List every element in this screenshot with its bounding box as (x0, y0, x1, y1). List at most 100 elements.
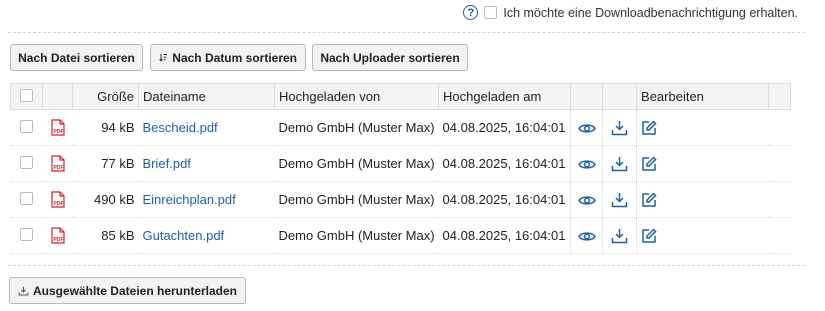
upload-date: 04.08.2025, 16:04:01 (438, 109, 572, 146)
sort-by-date-button[interactable]: Nach Datum sortieren (150, 44, 306, 71)
notification-label: Ich möchte eine Downloadbenachrichtigung… (503, 5, 798, 20)
svg-text:PDF: PDF (53, 237, 63, 243)
sort-by-file-button[interactable]: Nach Datei sortieren (10, 44, 143, 71)
download-cell (602, 109, 638, 146)
svg-text:PDF: PDF (53, 165, 63, 171)
view-eye-icon[interactable] (577, 122, 596, 135)
date-header: Hochgeladen am (438, 83, 572, 110)
file-type-cell: PDF (42, 145, 73, 182)
edit-header: Bearbeiten (636, 83, 770, 110)
download-icon[interactable] (611, 192, 628, 208)
download-icon[interactable] (611, 228, 628, 244)
download-icon (18, 286, 29, 296)
sort-by-date-label: Nach Datum sortieren (172, 50, 297, 65)
file-size: 490 kB (72, 181, 139, 218)
pdf-file-icon: PDF (50, 227, 65, 244)
download-selected-button[interactable]: Ausgewählte Dateien herunterladen (9, 277, 246, 304)
file-size: 77 kB (72, 145, 139, 182)
download-cell (602, 217, 638, 254)
file-name-cell: Einreichplan.pdf (138, 181, 275, 218)
extra-cell (768, 145, 791, 182)
file-name-link[interactable]: Brief.pdf (143, 156, 191, 171)
edit-cell (636, 145, 769, 182)
row-select-cell (10, 181, 43, 218)
select-all-header (10, 83, 43, 110)
help-icon[interactable]: ? (463, 5, 479, 20)
row-select-cell (10, 109, 43, 146)
file-name-cell: Brief.pdf (138, 145, 275, 182)
table-row: PDF 85 kB Gutachten.pdf Demo GmbH (Muster M… (10, 217, 791, 254)
view-eye-icon[interactable] (577, 230, 596, 243)
uploader: Demo GmbH (Muster Max) (274, 217, 439, 254)
table-row: PDF 94 kB Bescheid.pdf Demo GmbH (Muster Ma… (10, 109, 791, 146)
edit-icon[interactable] (641, 228, 657, 244)
sort-descending-icon (159, 53, 167, 62)
download-icon[interactable] (611, 156, 628, 172)
type-header (42, 83, 73, 110)
file-size: 85 kB (72, 217, 139, 254)
table-row: PDF 77 kB Brief.pdf Demo GmbH (Muster Max) 0… (10, 145, 791, 182)
table-row: PDF 490 kB Einreichplan.pdf Demo GmbH (Must… (10, 181, 791, 218)
upload-date: 04.08.2025, 16:04:01 (438, 181, 572, 218)
edit-icon[interactable] (641, 156, 657, 172)
filename-header: Dateiname (138, 83, 275, 110)
view-eye-icon[interactable] (577, 158, 596, 171)
row-checkbox[interactable] (20, 119, 33, 133)
svg-text:PDF: PDF (53, 201, 63, 207)
uploader: Demo GmbH (Muster Max) (274, 109, 439, 146)
edit-icon[interactable] (641, 192, 657, 208)
row-checkbox[interactable] (20, 227, 33, 241)
uploader-header: Hochgeladen von (273, 83, 440, 110)
sort-by-uploader-button[interactable]: Nach Uploader sortieren (312, 44, 468, 71)
file-type-cell: PDF (42, 109, 73, 146)
extra-header (768, 83, 792, 110)
download-cell (602, 145, 638, 182)
size-header: Größe (72, 83, 139, 110)
edit-cell (636, 181, 769, 218)
file-name-cell: Bescheid.pdf (138, 109, 275, 146)
download-cell (602, 181, 638, 218)
file-name-cell: Gutachten.pdf (138, 217, 275, 254)
pdf-file-icon: PDF (50, 155, 65, 172)
row-select-cell (10, 217, 43, 254)
extra-cell (768, 217, 791, 254)
edit-cell (636, 109, 769, 146)
divider-top (8, 32, 805, 33)
file-name-link[interactable]: Einreichplan.pdf (143, 192, 236, 207)
row-checkbox[interactable] (20, 191, 33, 205)
view-eye-icon[interactable] (577, 194, 596, 207)
notification-checkbox[interactable] (484, 6, 498, 19)
upload-date: 04.08.2025, 16:04:01 (438, 217, 572, 254)
download-icon[interactable] (611, 120, 628, 136)
files-table: Größe Dateiname Hochgeladen von Hochgela… (10, 83, 792, 254)
extra-cell (768, 109, 791, 146)
pdf-file-icon: PDF (50, 191, 65, 208)
file-name-link[interactable]: Bescheid.pdf (143, 120, 218, 135)
sort-by-file-label: Nach Datei sortieren (18, 50, 135, 65)
select-all-checkbox[interactable] (20, 88, 33, 102)
notification-option: ? Ich möchte eine Downloadbenachrichtigu… (463, 5, 798, 20)
file-type-cell: PDF (42, 181, 73, 218)
download-header (602, 83, 638, 110)
view-cell (570, 109, 604, 146)
upload-date: 04.08.2025, 16:04:01 (438, 145, 572, 182)
file-type-cell: PDF (42, 217, 73, 254)
sort-by-uploader-label: Nach Uploader sortieren (320, 50, 460, 65)
row-select-cell (10, 145, 43, 182)
row-checkbox[interactable] (20, 155, 33, 169)
divider-bottom (8, 265, 805, 266)
view-header (570, 83, 604, 110)
table-header-row: Größe Dateiname Hochgeladen von Hochgela… (10, 83, 792, 110)
file-size: 94 kB (72, 109, 139, 146)
file-name-link[interactable]: Gutachten.pdf (143, 228, 225, 243)
edit-icon[interactable] (641, 120, 657, 136)
uploader: Demo GmbH (Muster Max) (274, 181, 439, 218)
svg-text:PDF: PDF (53, 129, 63, 135)
pdf-file-icon: PDF (50, 119, 65, 136)
view-cell (570, 217, 604, 254)
uploader: Demo GmbH (Muster Max) (274, 145, 439, 182)
extra-cell (768, 181, 791, 218)
view-cell (570, 181, 604, 218)
download-selected-label: Ausgewählte Dateien herunterladen (32, 283, 237, 298)
edit-cell (636, 217, 769, 254)
